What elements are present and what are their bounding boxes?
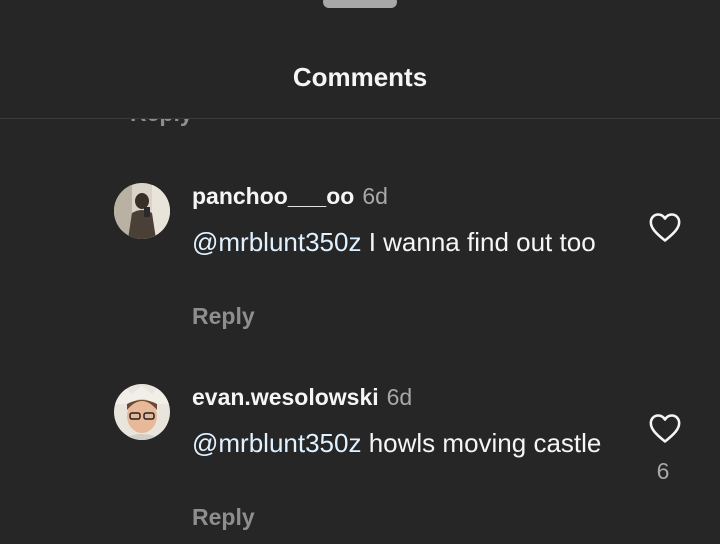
avatar[interactable] bbox=[114, 384, 170, 440]
comment-time: 6d bbox=[386, 384, 413, 410]
comment-username[interactable]: panchoo___oo 6d bbox=[192, 183, 388, 210]
comments-header: Comments bbox=[0, 0, 720, 119]
avatar[interactable] bbox=[114, 183, 170, 239]
comment-username[interactable]: evan.wesolowski 6d bbox=[192, 384, 412, 411]
comment-text: @mrblunt350z I wanna find out too bbox=[192, 225, 612, 259]
mention-link[interactable]: @mrblunt350z bbox=[192, 227, 361, 257]
comment-item: panchoo___oo 6d @mrblunt350z I wanna find… bbox=[0, 183, 720, 343]
comment-item: evan.wesolowski 6d @mrblunt350z howls mov… bbox=[0, 384, 720, 544]
heart-outline-icon bbox=[649, 213, 681, 242]
drag-handle[interactable] bbox=[323, 0, 397, 8]
comment-body: I wanna find out too bbox=[361, 227, 596, 257]
reply-button[interactable]: Reply bbox=[192, 303, 255, 330]
avatar-image bbox=[114, 183, 170, 239]
comment-text: @mrblunt350z howls moving castle bbox=[192, 426, 612, 460]
username-text[interactable]: evan.wesolowski bbox=[192, 384, 379, 410]
like-count: 6 bbox=[656, 458, 670, 484]
like-button[interactable] bbox=[648, 211, 682, 243]
mention-link[interactable]: @mrblunt350z bbox=[192, 428, 361, 458]
page-title: Comments bbox=[292, 62, 428, 92]
avatar-image bbox=[114, 384, 170, 440]
heart-outline-icon bbox=[649, 414, 681, 443]
reply-button[interactable]: Reply bbox=[192, 504, 255, 531]
comment-time: 6d bbox=[362, 183, 388, 209]
comment-body: howls moving castle bbox=[361, 428, 602, 458]
username-text[interactable]: panchoo___oo bbox=[192, 183, 354, 209]
like-button[interactable] bbox=[648, 412, 682, 444]
